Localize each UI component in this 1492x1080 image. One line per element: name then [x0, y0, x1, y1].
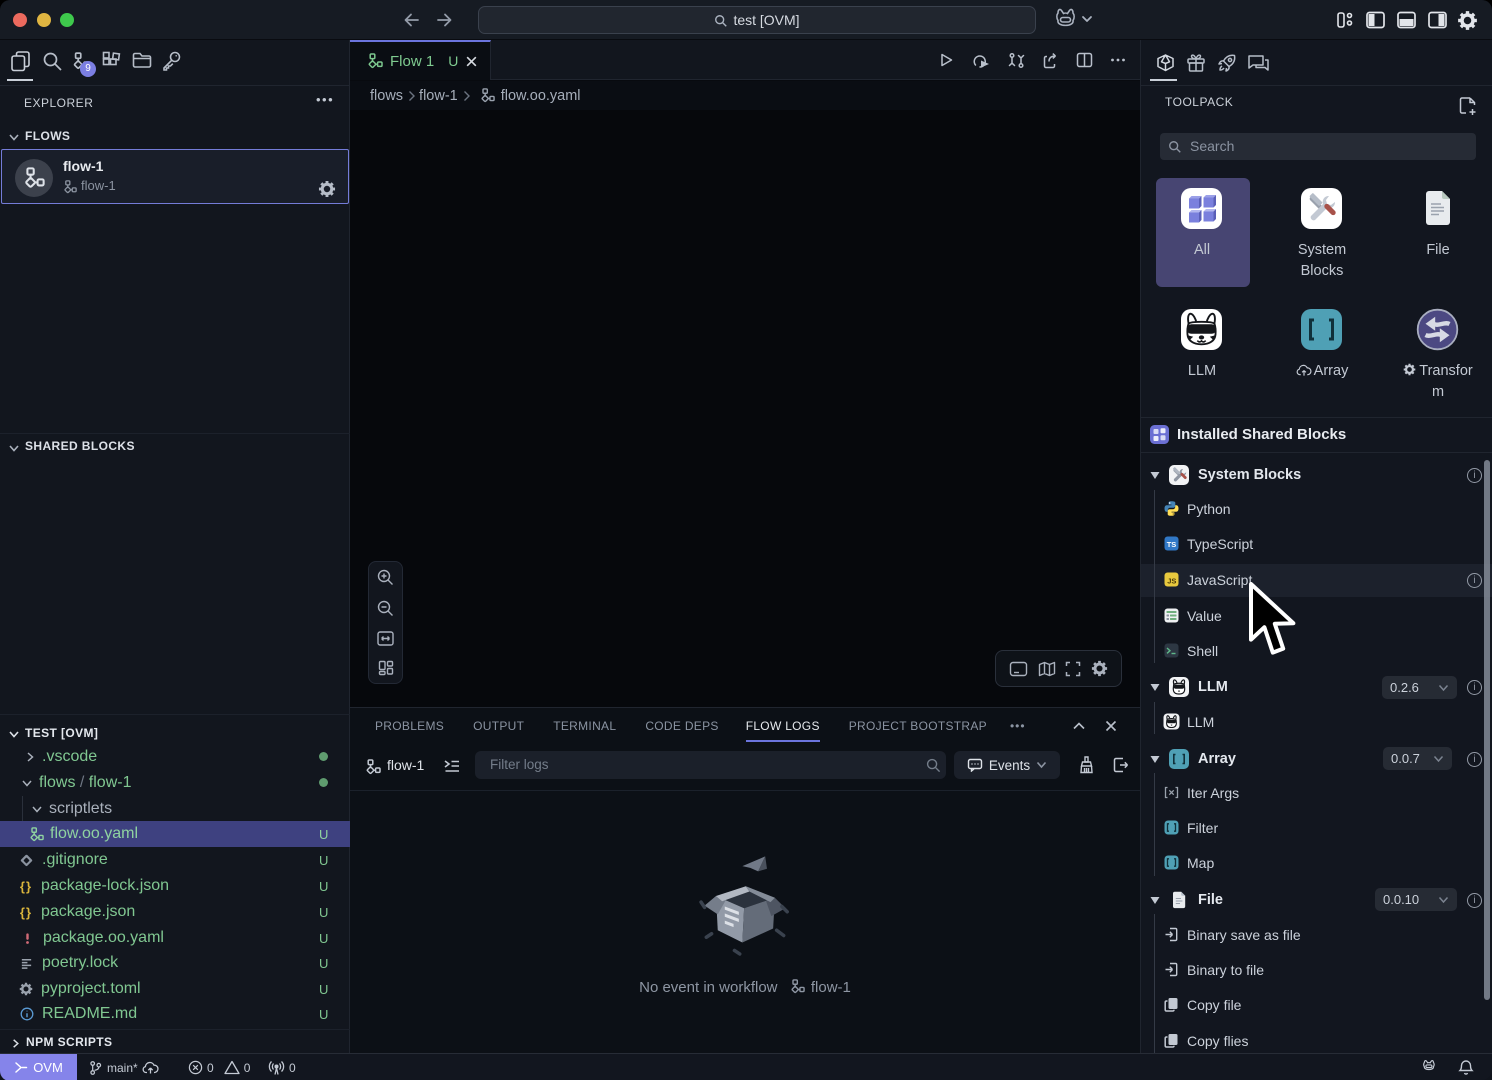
svg-text:JS: JS [1167, 577, 1176, 586]
svg-text:TS: TS [1166, 540, 1176, 549]
